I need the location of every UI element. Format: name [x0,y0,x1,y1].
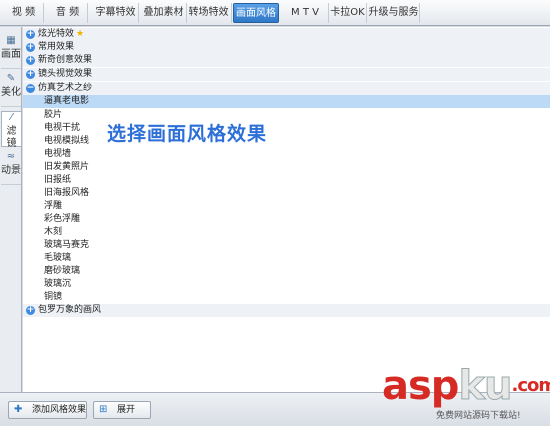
group-common-effects[interactable]: + 常用效果 [23,41,550,54]
group-label: 仿真艺术之纱 [38,83,93,93]
list-item[interactable]: 胶片 [23,109,550,122]
expand-button[interactable]: ⊞ 展开 [93,401,151,419]
list-item[interactable]: 电视干扰 [23,122,550,135]
list-item[interactable]: 浮雕 [23,200,550,213]
list-item[interactable]: 旧报纸 [23,174,550,187]
group-label: 炫光特效 [38,29,75,39]
expand-icon[interactable]: + [26,43,35,52]
group-creative-effects[interactable]: + 新奇创意效果 [23,54,550,67]
add-style-effect-button[interactable]: ✚ 添加风格效果 [8,401,87,419]
side-tab-beautify[interactable]: ✎ 美化 [1,73,21,107]
magic-wand-icon: ⁄ [10,112,13,123]
tab-transition-effects[interactable]: 转场特效 [186,3,232,23]
effect-tree-panel: + 炫光特效 ★ + 常用效果 + 新奇创意效果 + 镜头视觉效果 − 仿真艺术之… [23,27,550,392]
group-label: 包罗万象的画风 [38,305,102,315]
group-label: 新奇创意效果 [38,55,93,65]
group-diverse-styles[interactable]: + 包罗万象的画风 [23,304,550,317]
list-item[interactable]: 电视墙 [23,148,550,161]
list-item[interactable]: 彩色浮雕 [23,213,550,226]
group-glow-effects[interactable]: + 炫光特效 ★ [23,28,550,41]
list-item[interactable]: 木刻 [23,226,550,239]
list-item[interactable]: 毛玻璃 [23,252,550,265]
expand-icon[interactable]: + [26,306,35,315]
tab-video[interactable]: 视 频 [4,3,44,23]
tab-upgrade-services[interactable]: 升级与服务 [368,3,420,23]
side-tab-bar: ▦ 画面 ✎ 美化 ⁄ 滤镜 ≈ 动景 [0,27,22,392]
tab-mtv[interactable]: M T V [282,3,329,23]
list-item[interactable]: 旧发黄照片 [23,161,550,174]
tab-overlay-material[interactable]: 叠加素材 [141,3,187,23]
tab-karaoke[interactable]: 卡拉OK [329,3,367,23]
expand-icon[interactable]: + [26,70,35,79]
tab-subtitle-effects[interactable]: 字幕特效 [93,3,139,23]
watermark-caption: 免费网站源码下载站! [436,411,521,421]
tab-audio[interactable]: 音 频 [48,3,88,23]
list-item[interactable]: 铜镜 [23,291,550,304]
expand-icon: ⊞ [99,404,108,415]
group-lens-effects[interactable]: + 镜头视觉效果 [23,68,550,81]
list-item[interactable]: 玻璃沉 [23,278,550,291]
group-art-simulation[interactable]: − 仿真艺术之纱 [23,82,550,95]
annotation-caption: 选择画面风格效果 [107,123,268,145]
list-item[interactable]: 电视模拟线 [23,135,550,148]
list-item[interactable]: 逼真老电影 [23,95,550,108]
waves-icon: ≈ [6,151,16,162]
collapse-icon[interactable]: − [26,84,35,93]
side-tab-motion[interactable]: ≈ 动景 [1,151,21,185]
group-label: 常用效果 [38,42,75,52]
tab-picture-style[interactable]: 画面风格 [233,3,279,23]
grid-icon: ▦ [6,35,16,46]
watermark-logo: aspku.com [382,363,550,409]
top-tab-bar: 视 频 音 频 字幕特效 叠加素材 转场特效 画面风格 M T V 卡拉OK 升… [0,0,550,26]
star-icon: ★ [76,29,85,39]
list-item[interactable]: 旧海报风格 [23,187,550,200]
expand-icon[interactable]: + [26,56,35,65]
side-tab-picture[interactable]: ▦ 画面 [1,35,21,69]
brush-icon: ✎ [6,73,16,84]
side-tab-filter[interactable]: ⁄ 滤镜 [1,111,21,149]
list-item[interactable]: 玻璃马赛克 [23,239,550,252]
group-label: 镜头视觉效果 [38,69,93,79]
expand-icon[interactable]: + [26,30,35,39]
list-item[interactable]: 磨砂玻璃 [23,265,550,278]
add-effect-icon: ✚ [14,404,23,415]
